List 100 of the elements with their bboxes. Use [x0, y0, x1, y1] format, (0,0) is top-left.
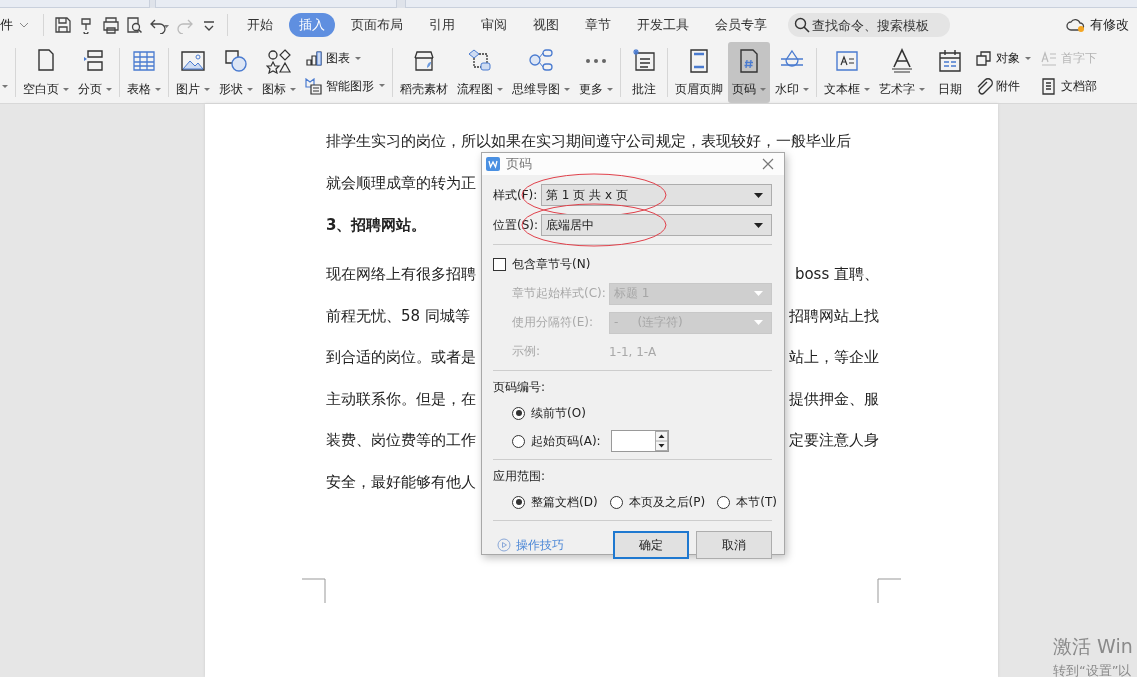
ribbon-button[interactable]: 文本框: [820, 42, 874, 103]
play-icon: [497, 538, 511, 552]
dropdown-field[interactable]: 底端居中: [541, 214, 772, 236]
ribbon-button[interactable]: 图片: [172, 42, 214, 103]
caret-icon: [754, 192, 763, 198]
paragraph-text: 主动联系你。但是，在: [326, 389, 476, 409]
ribbon-button[interactable]: 形状: [215, 42, 257, 103]
paragraph-text: 前程无忧、58 同城等: [326, 306, 470, 326]
menu-tab[interactable]: 章节: [575, 13, 621, 37]
paragraph-text: 就会顺理成章的转为正: [326, 173, 476, 193]
caret-icon: [2, 84, 8, 89]
field-label: 使用分隔符(E):: [512, 314, 594, 331]
activation-notice: 激活 Win: [1053, 634, 1133, 659]
ribbon-button[interactable]: 艺术字: [875, 42, 929, 103]
dialog-button[interactable]: 确定: [613, 531, 689, 559]
ribbon-button[interactable]: 批注: [624, 42, 664, 103]
caret-icon: [155, 87, 161, 92]
caret-icon: [803, 87, 809, 92]
margin-mark-icon: [877, 578, 901, 603]
field-label: 示例:: [512, 343, 542, 360]
search-field[interactable]: 查找命令、搜索模板: [788, 13, 950, 37]
checkbox-label[interactable]: 包含章节号(N): [512, 255, 591, 273]
radio-button[interactable]: [512, 495, 525, 509]
search-icon: [794, 17, 810, 33]
section-heading: 3、招聘网站。: [326, 215, 427, 236]
menu-tab[interactable]: 审阅: [471, 13, 517, 37]
ribbon-button[interactable]: 页码: [728, 42, 770, 103]
object-icon: [975, 50, 993, 68]
shapes-icon: [223, 48, 249, 74]
paragraph-text: 现在网络上有很多招聘: [326, 265, 476, 285]
paragraph-text: 招聘网站上找: [789, 306, 879, 326]
ribbon-button[interactable]: 分页: [74, 42, 116, 103]
file-menu[interactable]: 件: [0, 16, 13, 34]
caret-icon: [106, 87, 112, 92]
ribbon-button[interactable]: 附件: [973, 76, 1033, 96]
print-icon: [101, 16, 119, 34]
ribbon-button[interactable]: 思维导图: [508, 42, 574, 103]
chevron-icon: [19, 22, 29, 28]
caret-icon: [754, 320, 763, 325]
caret-icon: [754, 222, 763, 228]
radio-label[interactable]: 整篇文档(D): [531, 493, 598, 511]
ribbon-button[interactable]: 文档部: [1038, 76, 1099, 96]
group-title: 页码编号:: [493, 378, 547, 396]
dialog-button[interactable]: 取消: [696, 531, 772, 559]
paragraph-text: 排学生实习的岗位，所以如果在实习期间遵守公司规定，表现较好，一般毕业后: [326, 132, 851, 152]
radio-label[interactable]: 起始页码(A):: [531, 432, 601, 450]
activation-notice: 转到“设置”以: [1053, 662, 1133, 677]
calendar-icon: [937, 48, 963, 74]
radio-button[interactable]: [717, 495, 731, 509]
radio-label[interactable]: 本页及之后(P): [628, 493, 706, 511]
paragraph-text: 定要注意人身: [789, 431, 879, 451]
menu-tab[interactable]: 引用: [419, 13, 465, 37]
bar-chart-icon: [305, 50, 323, 68]
ribbon-button[interactable]: 图标: [258, 42, 300, 103]
radio-label[interactable]: 本节(T): [736, 493, 777, 511]
margin-mark-icon: [302, 578, 326, 603]
caret-icon: [63, 87, 69, 92]
menu-tab[interactable]: 视图: [523, 13, 569, 37]
radio-button[interactable]: [512, 406, 525, 420]
paragraph-text: 安全，最好能够有他人: [326, 472, 476, 492]
radio-button[interactable]: [609, 495, 623, 509]
paragraph-text: 提供押金、服: [789, 389, 879, 409]
caret-icon: [290, 87, 296, 92]
caret-icon: [864, 87, 870, 92]
menu-tab[interactable]: 开始: [237, 13, 283, 37]
spin-arrows-icon: [654, 431, 668, 451]
ribbon-button[interactable]: 流程图: [453, 42, 507, 103]
menu-tab[interactable]: 开发工具: [627, 13, 699, 37]
close-icon: [762, 158, 774, 170]
ribbon-button[interactable]: 更多: [575, 42, 617, 103]
caret-icon: [247, 87, 253, 92]
menu-tab[interactable]: 页面布局: [341, 13, 413, 37]
dropdown-field[interactable]: 第 1 页 共 x 页: [541, 184, 772, 206]
cloud-icon: [1066, 17, 1086, 33]
ribbon-button[interactable]: 页眉页脚: [671, 42, 727, 103]
ribbon-button[interactable]: 日期: [930, 42, 970, 103]
menu-tab[interactable]: 会员专享: [705, 13, 777, 37]
ribbon-button[interactable]: 空白页: [19, 42, 73, 103]
app-logo-icon: [486, 157, 500, 171]
number-spinner[interactable]: [610, 430, 669, 452]
save-icon: [53, 16, 71, 34]
ribbon-button[interactable]: 智能图形: [303, 76, 387, 96]
ribbon-button[interactable]: 稻壳素材: [396, 42, 452, 103]
example-value: 1-1, 1-A: [609, 344, 657, 359]
ribbon-button[interactable]: 图表: [303, 49, 387, 69]
save-status[interactable]: 有修改: [1090, 16, 1129, 34]
drop-cap-icon: [1040, 50, 1058, 68]
paragraph-text: boss 直聘、: [794, 265, 879, 285]
ribbon-button[interactable]: 表格: [123, 42, 165, 103]
field-label: 章节起始样式(C):: [512, 285, 607, 302]
paragraph-text: 装费、岗位费等的工作: [326, 431, 476, 451]
ribbon-button[interactable]: 水印: [771, 42, 813, 103]
document-parts-icon: [1040, 77, 1058, 95]
caret-icon: [497, 87, 503, 92]
radio-label[interactable]: 续前节(O): [531, 404, 586, 422]
print-preview-icon: [125, 16, 143, 34]
text-box-icon: [834, 48, 860, 74]
radio-button[interactable]: [512, 434, 525, 448]
checkbox[interactable]: [493, 257, 506, 271]
ribbon-button[interactable]: 对象: [973, 49, 1033, 69]
